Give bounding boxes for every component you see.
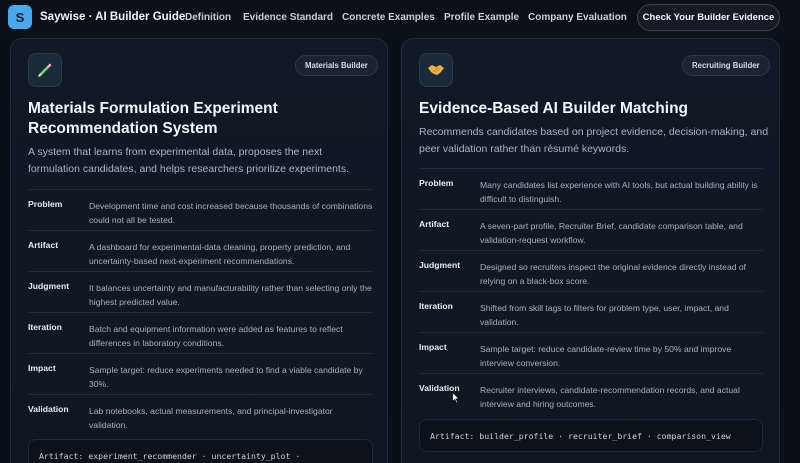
table-row: Artifact A dashboard for experimental-da…	[28, 230, 373, 271]
row-label: Artifact	[28, 240, 59, 250]
row-text: Designed so recruiters inspect the origi…	[480, 262, 747, 286]
row-text: Recruiter interviews, candidate-recommen…	[480, 385, 740, 409]
table-row: Problem Development time and cost increa…	[28, 189, 373, 230]
nav-link-profile-example[interactable]: Profile Example	[444, 12, 519, 23]
nav-link-evidence-standard[interactable]: Evidence Standard	[243, 12, 333, 23]
table-row: Validation Recruiter interviews, candida…	[419, 373, 763, 414]
row-label: Iteration	[419, 301, 453, 311]
row-text: Sample target: reduce candidate-review t…	[480, 344, 732, 368]
card-description: Recommends candidates based on project e…	[419, 126, 769, 155]
table-row: Iteration Shifted from skill tags to fil…	[419, 291, 763, 332]
row-text: Shifted from skill tags to filters for p…	[480, 303, 729, 327]
row-label: Impact	[28, 363, 56, 373]
table-row: Judgment It balances uncertainty and man…	[28, 271, 373, 312]
table-row: Validation Lab notebooks, actual measure…	[28, 394, 373, 435]
example-card-materials: Materials Builder Materials Formulation …	[10, 38, 388, 463]
row-text: A seven-part profile, Recruiter Brief, c…	[480, 221, 743, 245]
mouse-cursor-icon	[452, 392, 460, 404]
row-text: Lab notebooks, actual measurements, and …	[89, 406, 333, 430]
row-text: It balances uncertainty and manufacturab…	[89, 283, 372, 307]
card-title: Evidence-Based AI Builder Matching	[419, 100, 689, 117]
row-label: Artifact	[419, 219, 450, 229]
card-title: Materials Formulation Experiment Recomme…	[28, 100, 278, 137]
row-label: Iteration	[28, 322, 62, 332]
handshake-icon	[419, 53, 453, 87]
top-nav: S Saywise · AI Builder Guide Definition …	[0, 0, 800, 36]
row-label: Problem	[419, 178, 454, 188]
nav-link-definition[interactable]: Definition	[185, 12, 231, 23]
table-row: Judgment Designed so recruiters inspect …	[419, 250, 763, 291]
row-label: Impact	[419, 342, 447, 352]
pencil-icon	[28, 53, 62, 87]
row-text: Sample target: reduce experiments needed…	[89, 365, 363, 389]
table-row: Artifact A seven-part profile, Recruiter…	[419, 209, 763, 250]
row-text: Batch and equipment information were add…	[89, 324, 343, 348]
row-label: Problem	[28, 199, 63, 209]
row-text: Many candidates list experience with AI …	[480, 180, 758, 204]
row-label: Judgment	[419, 260, 461, 270]
nav-link-company-evaluation[interactable]: Company Evaluation	[528, 12, 627, 23]
table-row: Iteration Batch and equipment informatio…	[28, 312, 373, 353]
brand-title[interactable]: Saywise · AI Builder Guide	[40, 11, 185, 23]
artifact-code-block: Artifact: builder_profile · recruiter_br…	[419, 419, 763, 452]
row-label: Judgment	[28, 281, 70, 291]
table-row: Impact Sample target: reduce candidate-r…	[419, 332, 763, 373]
check-evidence-button[interactable]: Check Your Builder Evidence	[637, 4, 780, 31]
row-label: Validation	[28, 404, 69, 414]
row-text: A dashboard for experimental-data cleani…	[89, 242, 351, 266]
row-text: Development time and cost increased beca…	[89, 201, 373, 225]
artifact-code-block: Artifact: experiment_recommender · uncer…	[28, 439, 373, 463]
card-badge: Materials Builder	[295, 55, 378, 76]
logo[interactable]: S	[8, 5, 32, 29]
card-description: A system that learns from experimental d…	[28, 146, 349, 175]
table-row: Problem Many candidates list experience …	[419, 168, 763, 209]
nav-link-concrete-examples[interactable]: Concrete Examples	[342, 12, 435, 23]
table-row: Impact Sample target: reduce experiments…	[28, 353, 373, 394]
card-badge: Recruiting Builder	[682, 55, 770, 76]
